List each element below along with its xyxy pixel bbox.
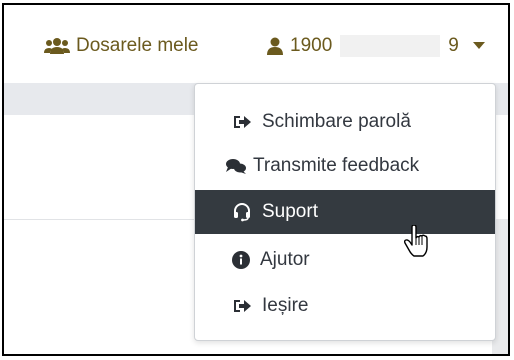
top-navbar: Dosarele mele 1900 9: [4, 5, 508, 83]
menu-item-feedback[interactable]: Transmite feedback: [195, 144, 495, 188]
change-password-icon: [232, 113, 252, 131]
menu-item-logout[interactable]: Ieșire: [195, 284, 495, 328]
user-dropdown-menu: Schimbare parolă Transmite feedback Supo…: [194, 83, 496, 341]
hand-pointer-cursor: [403, 224, 430, 264]
app-window: Dosarele mele 1900 9 Schimbare parolă Tr…: [2, 3, 510, 356]
my-cases-label: Dosarele mele: [76, 35, 199, 56]
menu-item-label: Suport: [262, 201, 318, 222]
caret-down-icon: [472, 42, 485, 50]
user-menu-toggle[interactable]: 1900 9: [266, 35, 485, 57]
redacted-block: [340, 35, 441, 57]
headset-icon: [232, 202, 252, 222]
my-cases-link[interactable]: Dosarele mele: [44, 35, 199, 57]
sign-out-icon: [232, 297, 252, 315]
divider: [4, 219, 194, 220]
menu-item-label: Schimbare parolă: [262, 111, 411, 132]
comments-icon: [225, 157, 247, 175]
users-icon: [44, 37, 70, 55]
menu-item-help[interactable]: Ajutor: [195, 238, 495, 282]
menu-item-label: Ieșire: [262, 295, 309, 316]
menu-item-support[interactable]: Suport: [195, 190, 495, 234]
info-circle-icon: [232, 251, 250, 269]
user-icon: [266, 37, 284, 55]
menu-item-label: Ajutor: [260, 249, 310, 270]
user-id-prefix: 1900: [290, 35, 333, 56]
user-id-suffix: 9: [448, 35, 459, 56]
menu-item-label: Transmite feedback: [253, 155, 420, 176]
menu-item-change-password[interactable]: Schimbare parolă: [195, 100, 495, 144]
